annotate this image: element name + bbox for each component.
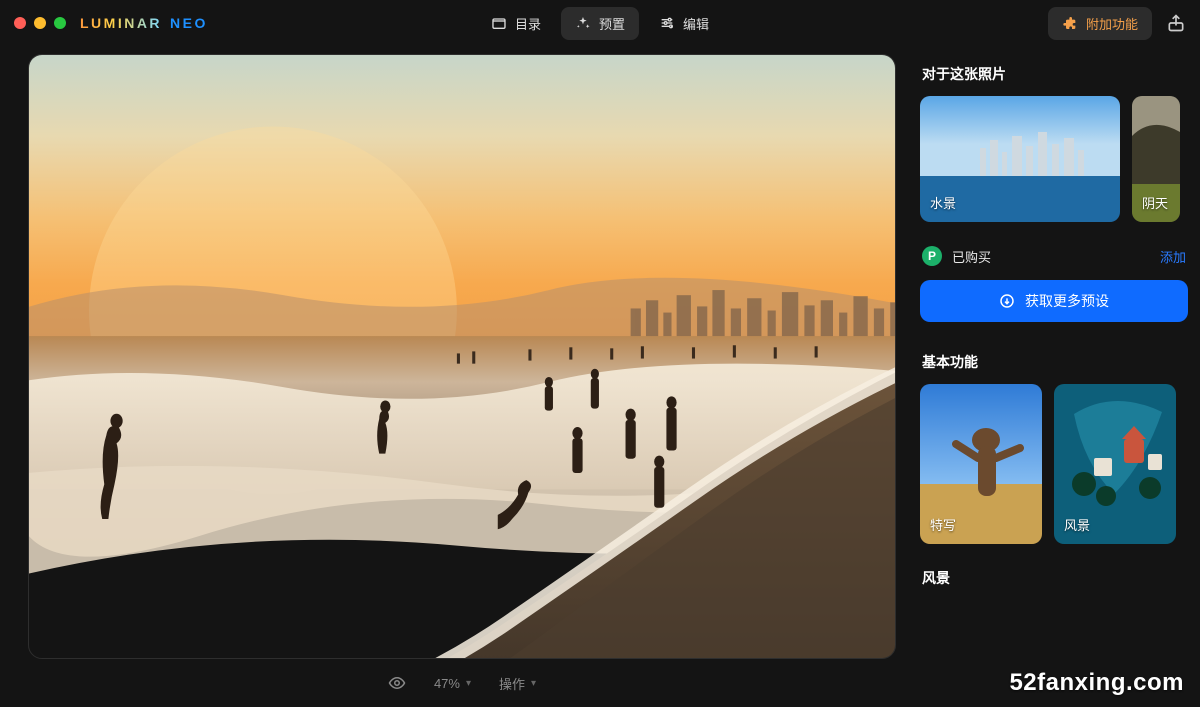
preset-thumb-label: 特写 [930, 515, 956, 534]
purchased-label: 已购买 [952, 247, 991, 266]
preset-thumb-label: 水景 [930, 193, 956, 212]
canvas-footer: 47% ▾ 操作 ▾ [28, 659, 896, 707]
window-controls [14, 17, 66, 29]
addons-button[interactable]: 附加功能 [1048, 7, 1152, 40]
landscape-title: 风景 [920, 564, 1188, 600]
nav-catalog[interactable]: 目录 [477, 7, 555, 40]
purchased-row: P 已购买 添加 [920, 242, 1188, 280]
title-bar: LUMINAR NEO 目录 预置 编辑 附加功能 [0, 0, 1200, 46]
nav-edit-label: 编辑 [683, 14, 709, 33]
actions-menu[interactable]: 操作 ▾ [499, 674, 536, 693]
cta-label: 获取更多预设 [1025, 291, 1109, 311]
app-logo-main: LUMINAR [80, 15, 162, 31]
minimize-window-button[interactable] [34, 17, 46, 29]
basic-thumbs: 特写 风景 [920, 384, 1188, 544]
photo-image [29, 55, 895, 658]
basic-title: 基本功能 [920, 346, 1188, 384]
visibility-toggle[interactable] [388, 674, 406, 692]
presets-sidebar: 对于这张照片 水景 阴天 P 已购买 添加 获取更多预设 基本功能 [920, 54, 1200, 707]
preset-thumb-label: 风景 [1064, 515, 1090, 534]
preset-thumb-label: 阴天 [1142, 193, 1168, 212]
preset-thumb-water[interactable]: 水景 [920, 96, 1120, 222]
sparkle-icon [575, 15, 591, 31]
actions-label: 操作 [499, 674, 525, 693]
preset-thumb-closeup[interactable]: 特写 [920, 384, 1042, 544]
close-window-button[interactable] [14, 17, 26, 29]
share-button[interactable] [1166, 13, 1186, 33]
header-right: 附加功能 [1048, 7, 1186, 40]
for-this-photo-title: 对于这张照片 [920, 58, 1188, 96]
eye-icon [388, 674, 406, 692]
chevron-down-icon: ▾ [466, 678, 471, 689]
share-icon [1166, 13, 1186, 33]
nav-presets-label: 预置 [599, 14, 625, 33]
sliders-icon [659, 15, 675, 31]
get-more-presets-button[interactable]: 获取更多预设 [920, 280, 1188, 322]
canvas-column: 47% ▾ 操作 ▾ [0, 54, 920, 707]
app-logo: LUMINAR NEO [80, 15, 208, 31]
watermark-text: 52fanxing.com [1009, 669, 1184, 697]
download-icon [999, 293, 1015, 309]
app-logo-sub: NEO [170, 15, 208, 31]
for-this-photo-thumbs: 水景 阴天 [920, 96, 1188, 222]
nav-edit[interactable]: 编辑 [645, 7, 723, 40]
add-link[interactable]: 添加 [1160, 247, 1186, 266]
main-nav: 目录 预置 编辑 [477, 0, 723, 46]
nav-presets[interactable]: 预置 [561, 7, 639, 40]
puzzle-icon [1062, 15, 1078, 31]
nav-catalog-label: 目录 [515, 14, 541, 33]
main-area: 47% ▾ 操作 ▾ 对于这张照片 水景 阴天 [0, 46, 1200, 707]
photo-canvas[interactable] [28, 54, 896, 659]
chevron-down-icon: ▾ [531, 678, 536, 689]
zoom-value: 47% [434, 676, 460, 691]
preset-thumb-cloudy[interactable]: 阴天 [1132, 96, 1180, 222]
purchased-badge-icon: P [922, 246, 942, 266]
addons-label: 附加功能 [1086, 14, 1138, 33]
fullscreen-window-button[interactable] [54, 17, 66, 29]
preset-thumb-landscape[interactable]: 风景 [1054, 384, 1176, 544]
folder-icon [491, 15, 507, 31]
zoom-control[interactable]: 47% ▾ [434, 676, 471, 691]
